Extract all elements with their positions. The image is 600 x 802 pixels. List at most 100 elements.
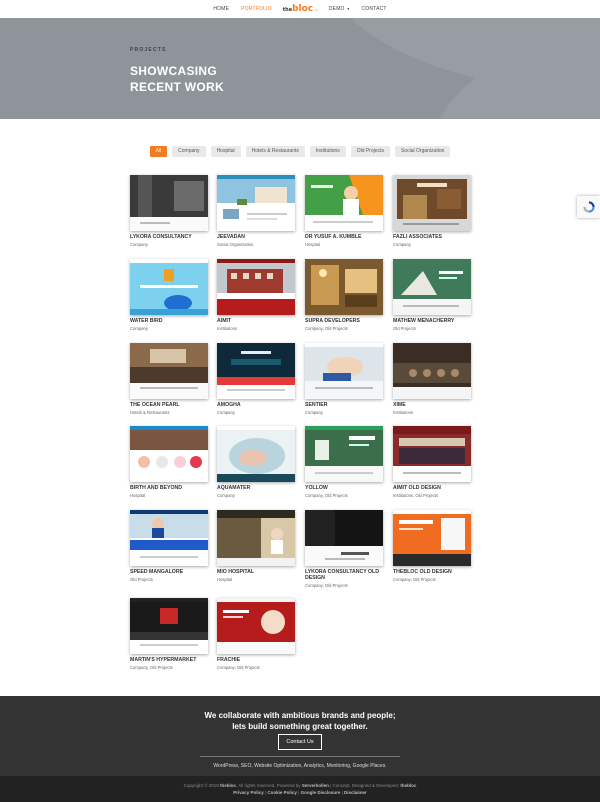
project-card[interactable]: YOLLOW Company, Old Projects xyxy=(305,426,383,498)
project-category[interactable]: Company xyxy=(130,242,208,247)
project-thumbnail[interactable] xyxy=(305,510,383,566)
project-name[interactable]: BIRTH AND BEYOND xyxy=(130,485,208,491)
filter-hotels-restaurants[interactable]: Hotels & Restaurants xyxy=(245,146,305,157)
project-name[interactable]: MIO HOSPITAL xyxy=(217,569,295,575)
nav-portfolio[interactable]: PORTFOLIO xyxy=(241,6,272,12)
project-name[interactable]: LYKORA CONSULTANCY OLD DESIGN xyxy=(305,569,383,581)
project-card[interactable]: FAZLI ASSOCIATES Company xyxy=(393,175,471,247)
project-card[interactable]: LYKORA CONSULTANCY Company xyxy=(130,175,208,247)
site-logo[interactable]: the bloc .in xyxy=(283,4,318,14)
project-card[interactable]: JEEVADAN Social Organization xyxy=(217,175,295,247)
project-category[interactable]: Company, Old Projects xyxy=(305,493,383,498)
project-category[interactable]: Company xyxy=(217,410,295,415)
project-name[interactable]: SPEED MANGALORE xyxy=(130,569,208,575)
project-name[interactable]: THEBLOC OLD DESIGN xyxy=(393,569,471,575)
project-card[interactable]: SENTIER Company xyxy=(305,343,383,415)
project-category[interactable]: Company xyxy=(217,493,295,498)
project-card[interactable]: XIME Institutions xyxy=(393,343,471,415)
filter-hospital[interactable]: Hospital xyxy=(210,146,241,157)
project-category[interactable]: Old Projects xyxy=(393,326,471,331)
project-thumbnail[interactable] xyxy=(393,510,471,566)
project-name[interactable]: WATER BIRD xyxy=(130,318,208,324)
filter-old-projects[interactable]: Old Projects xyxy=(350,146,391,157)
project-name[interactable]: AMOGHA xyxy=(217,402,295,408)
project-category[interactable]: Company, Old Projects xyxy=(305,326,383,331)
project-card[interactable]: LYKORA CONSULTANCY OLD DESIGN Company, O… xyxy=(305,510,383,588)
project-thumbnail[interactable] xyxy=(217,175,295,231)
project-card[interactable]: AIMIT Institutions xyxy=(217,259,295,331)
developer-link[interactable]: thebloc xyxy=(400,783,416,788)
filter-social-organization[interactable]: Social Organization xyxy=(395,146,451,157)
filter-institutions[interactable]: Institutions xyxy=(309,146,346,157)
project-name[interactable]: FAZLI ASSOCIATES xyxy=(393,234,471,240)
project-thumbnail[interactable] xyxy=(217,510,295,566)
project-category[interactable]: Company, Old Projects xyxy=(130,665,208,670)
project-name[interactable]: FRACHIE xyxy=(217,657,295,663)
project-card[interactable]: THEBLOC OLD DESIGN Company, Old Projects xyxy=(393,510,471,582)
project-category[interactable]: Company xyxy=(393,242,471,247)
project-category[interactable]: Institutions xyxy=(393,410,471,415)
project-name[interactable]: LYKORA CONSULTANCY xyxy=(130,234,208,240)
project-thumbnail[interactable] xyxy=(393,175,471,231)
project-card[interactable]: AMOGHA Company xyxy=(217,343,295,415)
nav-demo[interactable]: DEMO ▾ xyxy=(329,6,350,12)
project-category[interactable]: Institutions xyxy=(217,326,295,331)
project-thumbnail[interactable] xyxy=(130,510,208,566)
project-thumbnail[interactable] xyxy=(130,598,208,654)
nav-home[interactable]: HOME xyxy=(213,6,229,12)
project-thumbnail[interactable] xyxy=(393,343,471,399)
project-name[interactable]: SUPRA DEVELOPERS xyxy=(305,318,383,324)
project-category[interactable]: Company, Old Projects xyxy=(393,577,471,582)
project-card[interactable]: SUPRA DEVELOPERS Company, Old Projects xyxy=(305,259,383,331)
project-card[interactable]: MARTIN'S HYPERMARKET Company, Old Projec… xyxy=(130,598,208,670)
project-name[interactable]: AIMIT xyxy=(217,318,295,324)
project-category[interactable]: Company, Old Projects xyxy=(305,583,383,588)
project-card[interactable]: MIO HOSPITAL Hospital xyxy=(217,510,295,582)
project-name[interactable]: MATHEW MENACHERRY xyxy=(393,318,471,324)
project-category[interactable]: Company xyxy=(305,410,383,415)
project-name[interactable]: DR YUSUF A. KUMBLE xyxy=(305,234,383,240)
project-thumbnail[interactable] xyxy=(393,426,471,482)
cookie-policy-link[interactable]: Cookie Policy xyxy=(267,790,297,795)
contact-us-button[interactable]: Contact Us xyxy=(278,734,322,750)
project-card[interactable]: MATHEW MENACHERRY Old Projects xyxy=(393,259,471,331)
project-card[interactable]: FRACHIE Company, Old Projects xyxy=(217,598,295,670)
project-category[interactable]: Company xyxy=(130,326,208,331)
project-card[interactable]: WATER BIRD Company xyxy=(130,259,208,331)
project-name[interactable]: XIME xyxy=(393,402,471,408)
project-card[interactable]: SPEED MANGALORE Old Projects xyxy=(130,510,208,582)
project-thumbnail[interactable] xyxy=(393,259,471,315)
project-thumbnail[interactable] xyxy=(130,259,208,315)
project-thumbnail[interactable] xyxy=(305,259,383,315)
project-name[interactable]: YOLLOW xyxy=(305,485,383,491)
project-thumbnail[interactable] xyxy=(217,426,295,482)
project-thumbnail[interactable] xyxy=(217,343,295,399)
filter-company[interactable]: Company xyxy=(172,146,206,157)
project-name[interactable]: THE OCEAN PEARL xyxy=(130,402,208,408)
recaptcha-badge[interactable] xyxy=(577,196,600,218)
disclaimer-link[interactable]: Disclaimer xyxy=(344,790,367,795)
project-thumbnail[interactable] xyxy=(305,343,383,399)
copyright-brand[interactable]: thebloc xyxy=(220,783,236,788)
filter-all[interactable]: All xyxy=(149,146,168,157)
nav-contact[interactable]: CONTACT xyxy=(361,6,386,12)
powered-by-link[interactable]: Serverkollen xyxy=(302,783,329,788)
project-thumbnail[interactable] xyxy=(305,426,383,482)
project-thumbnail[interactable] xyxy=(130,343,208,399)
project-category[interactable]: Social Organization xyxy=(217,242,295,247)
project-category[interactable]: Hotels & Restaurants xyxy=(130,410,208,415)
project-category[interactable]: Institutions, Old Projects xyxy=(393,493,471,498)
project-name[interactable]: JEEVADAN xyxy=(217,234,295,240)
project-name[interactable]: AIMIT OLD DESIGN xyxy=(393,485,471,491)
project-thumbnail[interactable] xyxy=(305,175,383,231)
project-category[interactable]: Company, Old Projects xyxy=(217,665,295,670)
project-category[interactable]: Old Projects xyxy=(130,577,208,582)
project-category[interactable]: Hospital xyxy=(130,493,208,498)
project-thumbnail[interactable] xyxy=(217,259,295,315)
project-card[interactable]: DR YUSUF A. KUMBLE Hospital xyxy=(305,175,383,247)
project-category[interactable]: Hospital xyxy=(305,242,383,247)
project-name[interactable]: AQUAMATER xyxy=(217,485,295,491)
project-name[interactable]: MARTIN'S HYPERMARKET xyxy=(130,657,208,663)
project-name[interactable]: SENTIER xyxy=(305,402,383,408)
privacy-policy-link[interactable]: Privacy Policy xyxy=(233,790,264,795)
